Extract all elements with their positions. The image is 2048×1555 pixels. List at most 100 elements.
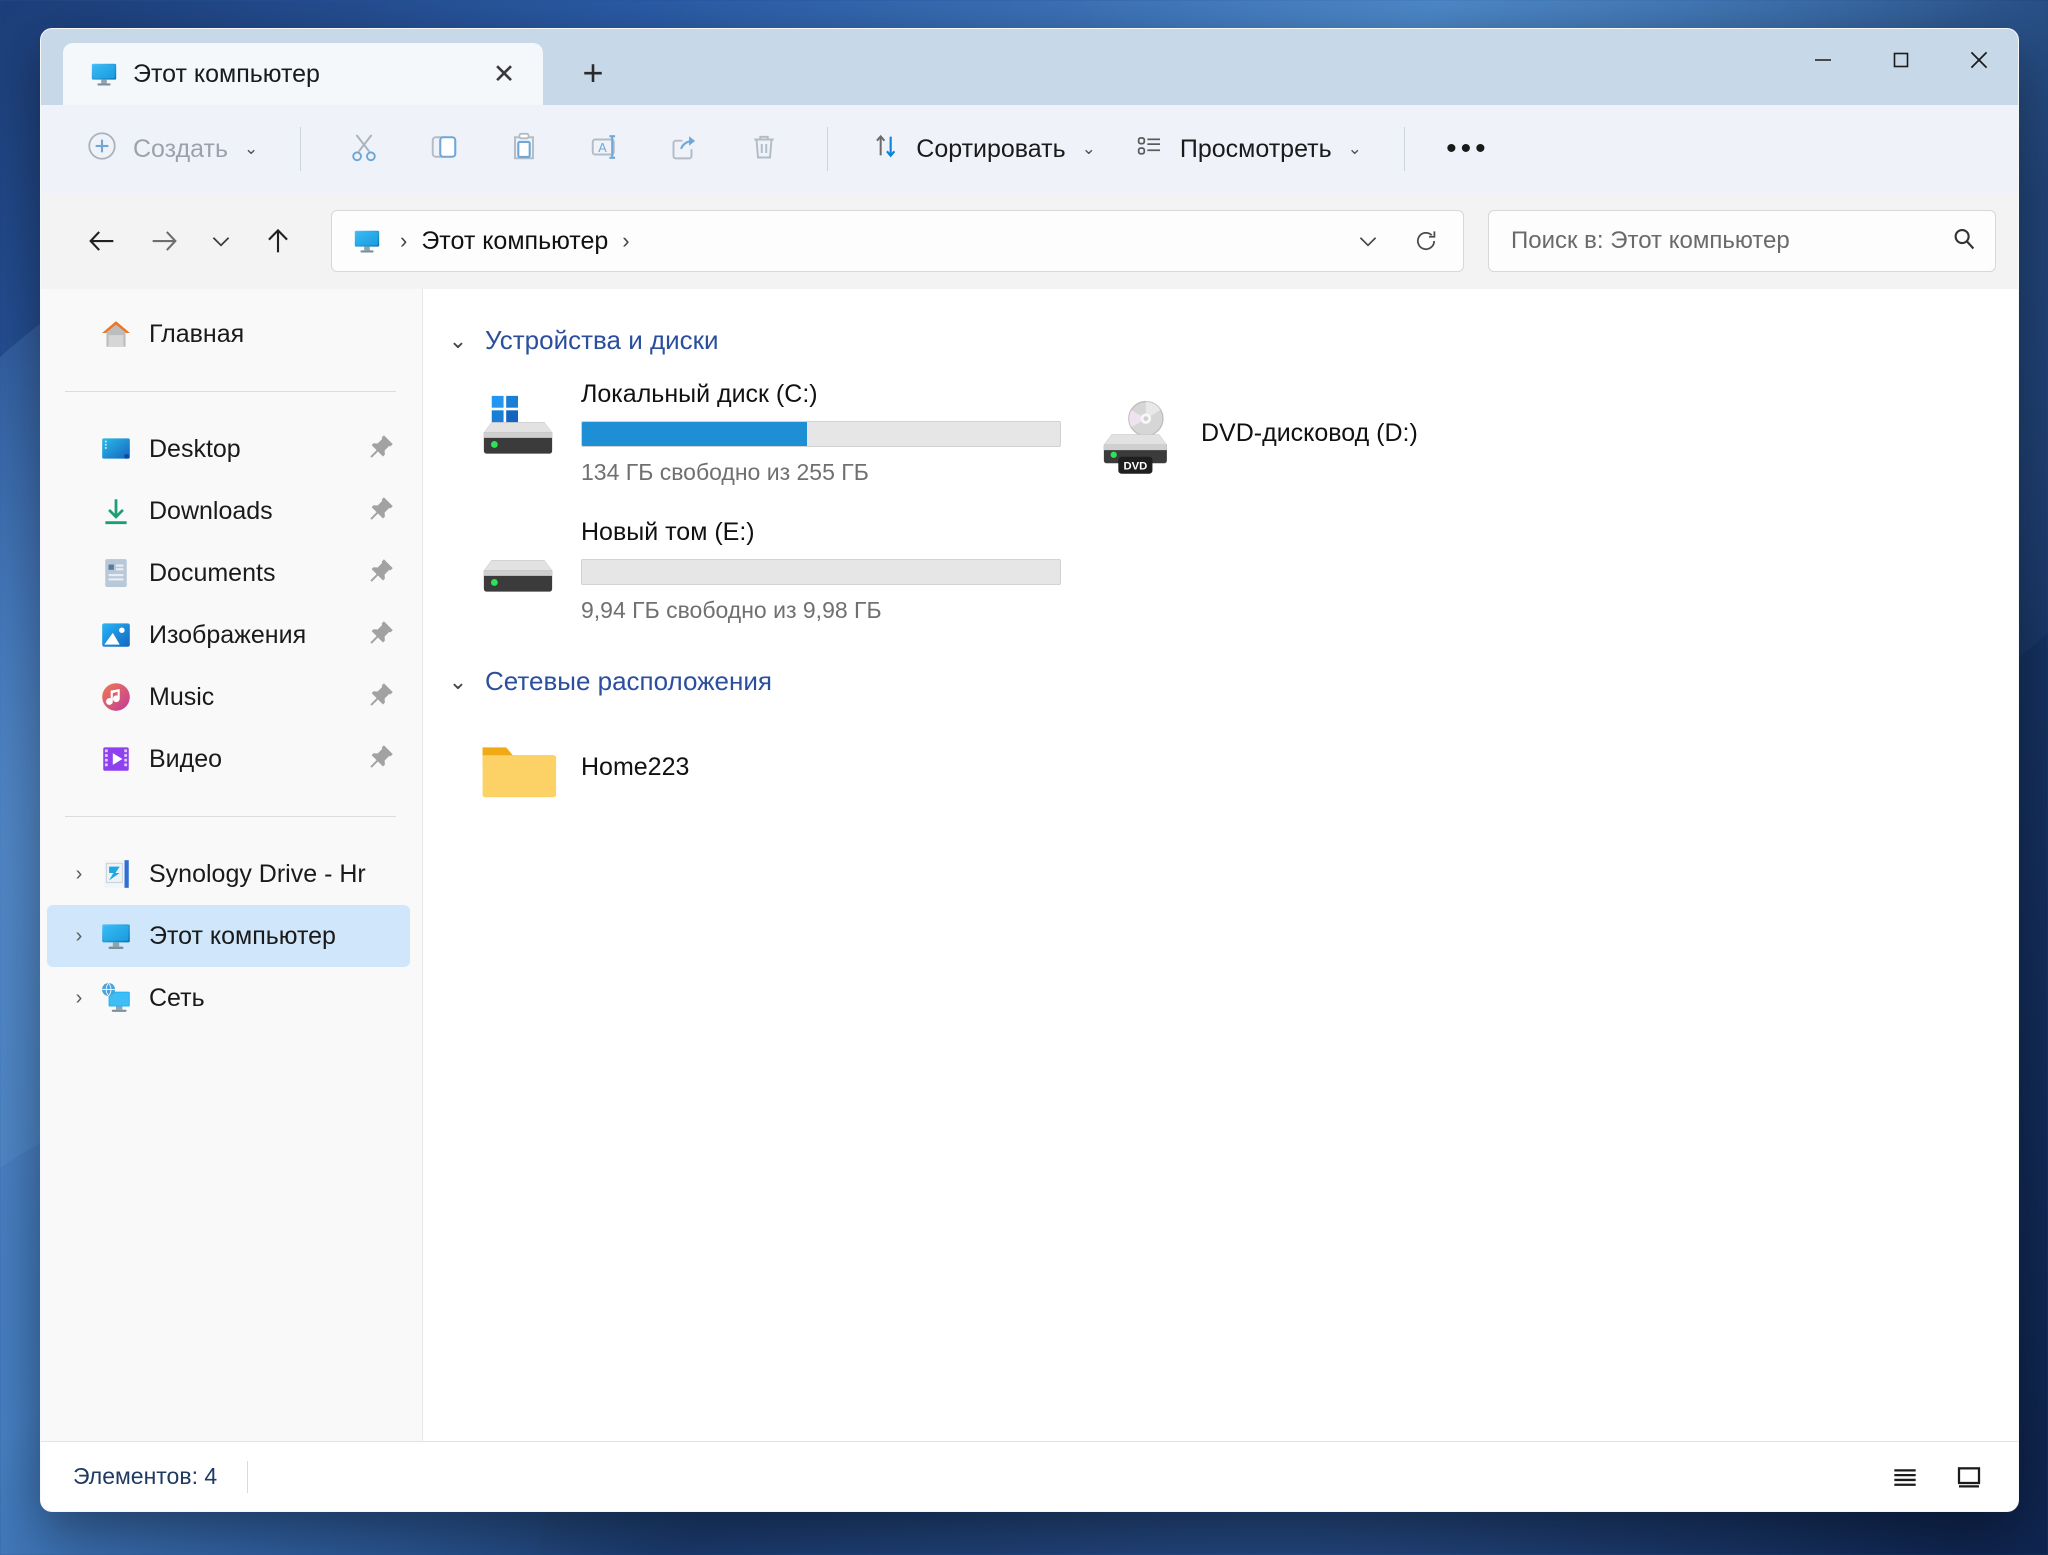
address-bar[interactable]: › Этот компьютер ›: [331, 210, 1464, 272]
sidebar-divider-2: [65, 816, 396, 817]
delete-button[interactable]: [725, 121, 803, 177]
address-dropdown-button[interactable]: [1339, 215, 1397, 267]
paste-icon: [506, 129, 542, 170]
sidebar-item-desktop[interactable]: Desktop: [47, 418, 410, 480]
navigation-bar: › Этот компьютер ›: [41, 193, 2018, 289]
breadcrumb-item-this-pc[interactable]: Этот компьютер: [421, 227, 608, 256]
refresh-button[interactable]: [1397, 215, 1455, 267]
downloads-icon: [99, 494, 133, 528]
sort-button[interactable]: Сортировать ⌄: [852, 121, 1114, 177]
network-locations-grid: Home223: [447, 713, 2018, 821]
pin-icon[interactable]: [366, 742, 400, 777]
sidebar-item-documents[interactable]: Documents: [47, 542, 410, 604]
pin-icon[interactable]: [366, 494, 400, 529]
cut-button[interactable]: [325, 121, 403, 177]
sidebar-item-synology-drive[interactable]: › Synology Drive - Hr: [47, 843, 410, 905]
chevron-down-icon[interactable]: ⌄: [447, 669, 469, 695]
drive-item-dvd-d[interactable]: DVD DVD-дисковод (D:): [1079, 372, 1699, 494]
devices-grid: Локальный диск (C:) 134 ГБ свободно из 2…: [447, 372, 2018, 632]
group-title: Устройства и диски: [485, 325, 719, 355]
sidebar-item-downloads[interactable]: Downloads: [47, 480, 410, 542]
new-button-label: Создать: [133, 134, 229, 163]
capacity-bar-fill: [582, 422, 807, 446]
sidebar-item-music[interactable]: Music: [47, 666, 410, 728]
sidebar-item-pictures[interactable]: Изображения: [47, 604, 410, 666]
details-view-button[interactable]: [1878, 1454, 1932, 1500]
network-item-home223[interactable]: Home223: [459, 713, 1079, 821]
new-button[interactable]: Создать ⌄: [67, 121, 276, 177]
search-input[interactable]: [1511, 227, 1949, 255]
drive-item-local-disk-c[interactable]: Локальный диск (C:) 134 ГБ свободно из 2…: [459, 372, 1079, 494]
this-pc-icon: [99, 919, 133, 953]
group-header-devices[interactable]: ⌄ Устройства и диски: [447, 325, 2018, 356]
sidebar-item-label: Music: [149, 682, 215, 711]
maximize-button[interactable]: [1862, 29, 1940, 91]
close-window-button[interactable]: [1940, 29, 2018, 91]
chevron-right-icon[interactable]: ›: [59, 863, 99, 886]
svg-text:A: A: [599, 139, 608, 154]
sidebar-item-label: Главная: [149, 319, 245, 348]
pin-icon[interactable]: [366, 618, 400, 653]
sidebar-divider-1: [65, 391, 396, 392]
tab-title: Этот компьютер: [133, 59, 320, 88]
navigation-pane: Главная Desktop Downloads Documents Изоб…: [41, 289, 423, 1441]
drive-info: DVD-дисковод (D:): [1187, 419, 1689, 448]
group-header-network-locations[interactable]: ⌄ Сетевые расположения: [447, 666, 2018, 697]
chevron-down-icon[interactable]: ⌄: [447, 328, 469, 354]
share-icon: [666, 129, 702, 170]
window-body: Главная Desktop Downloads Documents Изоб…: [41, 289, 2018, 1441]
search-box[interactable]: [1488, 210, 1996, 272]
sidebar-item-network[interactable]: › Сеть: [47, 967, 410, 1029]
up-button[interactable]: [247, 210, 309, 272]
synology-drive-icon: [99, 857, 133, 891]
pin-icon[interactable]: [366, 556, 400, 591]
network-item-info: Home223: [567, 753, 1069, 782]
forward-button[interactable]: [133, 210, 195, 272]
svg-text:DVD: DVD: [1123, 460, 1147, 472]
search-icon[interactable]: [1949, 224, 1979, 259]
toolbar-divider-2: [827, 127, 829, 171]
breadcrumb-separator-end[interactable]: ›: [608, 228, 643, 254]
pictures-icon: [99, 618, 133, 652]
drive-capacity-text: 134 ГБ свободно из 255 ГБ: [581, 459, 869, 485]
capacity-bar: [581, 559, 1061, 585]
minimize-button[interactable]: [1784, 29, 1862, 91]
share-button[interactable]: [645, 121, 723, 177]
title-bar: Этот компьютер ✕ +: [41, 29, 2018, 105]
close-tab-icon[interactable]: ✕: [483, 53, 525, 95]
recent-locations-button[interactable]: [195, 210, 247, 272]
pin-icon[interactable]: [366, 432, 400, 467]
chevron-down-icon: ⌄: [244, 139, 259, 158]
toolbar-divider-1: [300, 127, 302, 171]
tab-this-pc[interactable]: Этот компьютер ✕: [63, 43, 543, 105]
view-button[interactable]: Просмотреть ⌄: [1116, 121, 1380, 177]
sidebar-item-home[interactable]: Главная: [47, 303, 410, 365]
chevron-right-icon[interactable]: ›: [59, 987, 99, 1010]
breadcrumb-separator: ›: [400, 228, 408, 253]
sort-icon: [870, 130, 902, 169]
copy-button[interactable]: [405, 121, 483, 177]
paste-button[interactable]: [485, 121, 563, 177]
back-button[interactable]: [71, 210, 133, 272]
desktop-icon: [99, 432, 133, 466]
folder-icon: [469, 721, 567, 813]
view-label: Просмотреть: [1179, 134, 1332, 163]
sidebar-item-label: Desktop: [149, 434, 241, 463]
capacity-bar: [581, 421, 1061, 447]
sidebar-item-videos[interactable]: Видео: [47, 728, 410, 790]
windows-drive-icon: [469, 380, 567, 472]
file-list-pane[interactable]: ⌄ Устройства и диски Локальный диск (C:)…: [423, 289, 2018, 1441]
new-tab-button[interactable]: +: [567, 47, 619, 99]
sidebar-item-label: Видео: [149, 744, 223, 773]
sidebar-item-this-pc[interactable]: › Этот компьютер: [47, 905, 410, 967]
pin-icon[interactable]: [366, 680, 400, 715]
group-title: Сетевые расположения: [485, 666, 772, 696]
large-icons-view-button[interactable]: [1942, 1454, 1996, 1500]
status-divider: [247, 1460, 249, 1493]
chevron-down-icon: ⌄: [1347, 139, 1362, 158]
more-options-button[interactable]: •••: [1429, 121, 1507, 177]
chevron-right-icon[interactable]: ›: [59, 925, 99, 948]
drive-item-new-volume-e[interactable]: Новый том (E:) 9,94 ГБ свободно из 9,98 …: [459, 510, 1079, 632]
sidebar-item-label: Downloads: [149, 496, 273, 525]
rename-button[interactable]: A: [565, 121, 643, 177]
